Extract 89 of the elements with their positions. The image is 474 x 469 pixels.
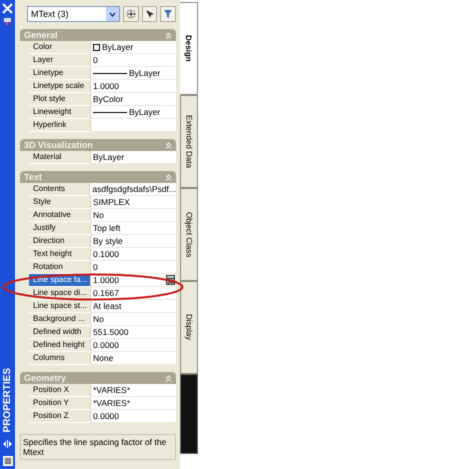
property-value-cell[interactable]: At least <box>91 300 176 313</box>
property-value: Top left <box>93 222 120 234</box>
side-tab[interactable]: Display <box>180 281 198 374</box>
property-value-cell[interactable]: 0 <box>91 54 176 67</box>
property-value: At least <box>93 300 122 312</box>
close-icon[interactable] <box>2 3 13 14</box>
line-sample-icon <box>93 72 127 74</box>
property-value: 1.0000 <box>93 80 119 92</box>
side-tab[interactable]: Object Class <box>180 188 198 281</box>
property-value: ByLayer <box>129 106 160 118</box>
property-label[interactable]: Defined width <box>29 326 91 339</box>
funnel-icon <box>163 9 174 19</box>
property-value-cell[interactable]: 0.0000 <box>91 410 176 423</box>
property-value-cell[interactable]: SIMPLEX <box>91 196 176 209</box>
property-value: SIMPLEX <box>93 196 130 208</box>
property-label[interactable]: Justify <box>29 222 91 235</box>
expand-icon[interactable] <box>2 440 13 448</box>
property-value-cell[interactable]: ByLayer <box>91 106 176 119</box>
property-label[interactable]: Color <box>29 41 91 54</box>
property-value: 0 <box>93 261 98 273</box>
plus-icon <box>126 9 136 19</box>
property-value-cell[interactable]: *VARIES* <box>91 384 176 397</box>
property-value: By style <box>93 235 123 247</box>
property-value-cell[interactable]: No <box>91 313 176 326</box>
property-value-cell[interactable]: By style <box>91 235 176 248</box>
cursor-icon <box>144 9 155 19</box>
property-label[interactable]: Rotation <box>29 261 91 274</box>
property-value: *VARIES* <box>93 384 130 396</box>
property-value: ByColor <box>93 93 124 105</box>
property-value: 0.0000 <box>93 339 119 351</box>
property-label[interactable]: Position Y <box>29 397 91 410</box>
property-value-cell[interactable]: No <box>91 209 176 222</box>
property-value: No <box>93 209 104 221</box>
property-label[interactable]: Position X <box>29 384 91 397</box>
toggle-pickadd-button[interactable] <box>123 6 139 22</box>
property-label[interactable]: Columns <box>29 352 91 365</box>
property-description: Specifies the line spacing factor of the Mtext <box>20 434 176 460</box>
property-value-cell[interactable]: Top left <box>91 222 176 235</box>
property-value: ByLayer <box>129 67 160 79</box>
property-value: 0.1667 <box>93 287 119 299</box>
pin-icon[interactable] <box>3 17 12 25</box>
property-label[interactable]: Linetype <box>29 67 91 80</box>
property-label[interactable]: Direction <box>29 235 91 248</box>
property-label[interactable]: Layer <box>29 54 91 67</box>
color-swatch-icon <box>93 44 100 50</box>
property-value-cell[interactable]: ByColor <box>91 93 176 106</box>
side-tab[interactable]: Extended Data <box>180 95 198 188</box>
property-value-cell[interactable]: 551.5000 <box>91 326 176 339</box>
property-value-cell[interactable]: 1.0000 <box>91 80 176 93</box>
property-value: 0.0000 <box>93 410 119 422</box>
property-label[interactable]: Linetype scale <box>29 80 91 93</box>
property-value: 1.0000 <box>93 274 120 286</box>
property-label[interactable]: Line space st... <box>29 300 91 313</box>
property-value: ByLayer <box>93 151 124 163</box>
property-label[interactable]: Background ... <box>29 313 91 326</box>
property-label[interactable]: Lineweight <box>29 106 91 119</box>
property-label[interactable]: Plot style <box>29 93 91 106</box>
property-value-cell[interactable]: ByLayer <box>91 67 176 80</box>
property-label[interactable]: Hyperlink <box>29 119 91 132</box>
property-value: ByLayer <box>102 41 134 53</box>
property-label[interactable]: Material <box>29 151 91 164</box>
property-value-cell[interactable]: None <box>91 352 176 365</box>
caret-icon <box>109 12 116 16</box>
property-value-cell[interactable]: *VARIES* <box>91 397 176 410</box>
object-type-dropdown[interactable]: MText (3) <box>27 6 120 22</box>
property-label[interactable]: Position Z <box>29 410 91 423</box>
property-label[interactable]: Contents <box>29 183 90 196</box>
quick-select-button[interactable] <box>160 6 176 22</box>
property-value-cell[interactable] <box>91 119 176 132</box>
side-tab[interactable]: Design <box>180 2 198 95</box>
property-value: 551.5000 <box>93 326 128 338</box>
property-value-cell[interactable]: 0.0000 <box>91 339 176 352</box>
select-objects-button[interactable] <box>142 6 158 22</box>
property-value-cell[interactable]: 0.1000 <box>91 248 176 261</box>
property-value: *VARIES* <box>93 397 130 409</box>
property-label[interactable]: Defined height <box>29 339 91 352</box>
property-value: None <box>93 352 114 364</box>
property-label[interactable]: Style <box>29 196 91 209</box>
property-value-cell[interactable]: ByLayer <box>91 151 176 164</box>
property-label[interactable]: Annotative <box>29 209 91 222</box>
palette-title: PROPERTIES <box>2 368 14 432</box>
property-value-cell[interactable]: 0 <box>91 261 176 274</box>
property-value: 0.1000 <box>93 248 119 260</box>
line-sample-icon <box>93 110 127 114</box>
property-value: 0 <box>93 54 98 66</box>
property-value-cell[interactable]: ByLayer <box>91 41 176 54</box>
property-label[interactable]: Text height <box>29 248 91 261</box>
property-value: No <box>93 313 104 325</box>
menu-icon[interactable] <box>2 456 12 466</box>
